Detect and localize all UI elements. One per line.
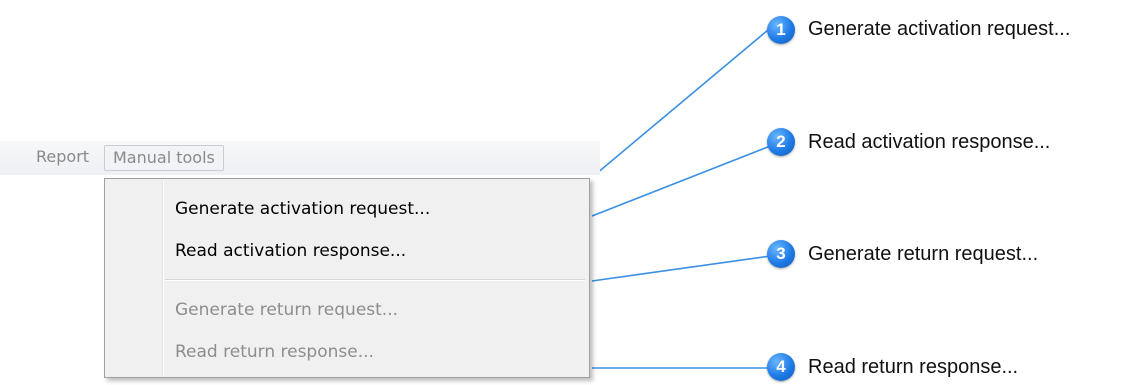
menu-item-generate-activation-request[interactable]: Generate activation request... — [175, 194, 430, 224]
menu-manual-tools[interactable]: Manual tools — [104, 145, 224, 171]
callout-label-4: Read return response... — [808, 356, 1019, 378]
callout-label-3: Generate return request... — [808, 243, 1039, 265]
menu-item-generate-return-request: Generate return request... — [175, 300, 399, 320]
menu-icon-gutter — [162, 181, 164, 375]
menu-item-read-return-response: Read return response... — [175, 342, 374, 362]
menu-report[interactable]: Report — [32, 145, 93, 169]
menu-bar: Report Manual tools — [0, 141, 600, 175]
callout-label-1: Generate activation request... — [808, 18, 1071, 40]
menu-item-read-activation-response[interactable]: Read activation response... — [175, 236, 406, 266]
menu-separator — [165, 279, 585, 281]
connector-line-1 — [595, 29, 769, 175]
callout-badge-1: 1 — [767, 16, 795, 44]
connector-line-3 — [591, 254, 779, 282]
callout-badge-4: 4 — [767, 353, 795, 381]
callout-badge-3: 3 — [767, 240, 795, 268]
manual-tools-dropdown: Generate activation request... Read acti… — [104, 178, 590, 378]
callout-label-2: Read activation response... — [808, 131, 1051, 153]
callout-badge-2: 2 — [767, 128, 795, 156]
